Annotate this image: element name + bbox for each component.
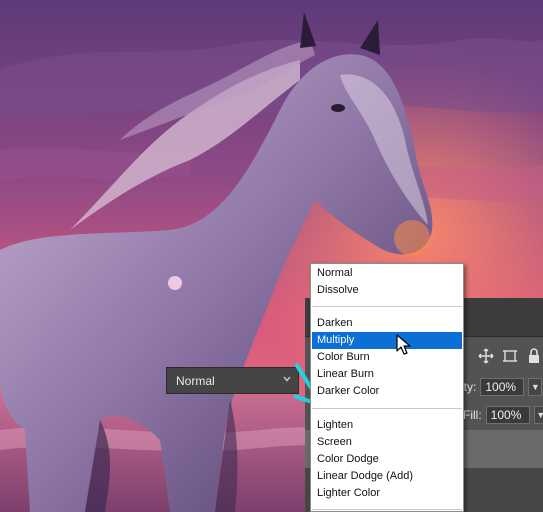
menu-item-color-dodge[interactable]: Color Dodge [312,451,462,468]
menu-item-darker-color[interactable]: Darker Color [312,383,462,400]
menu-divider [312,306,462,307]
menu-item-linear-burn[interactable]: Linear Burn [312,366,462,383]
menu-item-linear-dodge-add[interactable]: Linear Dodge (Add) [312,468,462,485]
mouse-pointer-icon [396,334,411,355]
menu-item-lighter-color[interactable]: Lighter Color [312,485,462,502]
menu-divider [312,509,462,510]
menu-divider [312,408,462,409]
menu-item-normal[interactable]: Normal [312,265,462,282]
menu-item-screen[interactable]: Screen [312,434,462,451]
blend-mode-menu: Normal Dissolve Darken Multiply Color Bu… [310,263,464,512]
menu-item-darken[interactable]: Darken [312,315,462,332]
menu-item-dissolve[interactable]: Dissolve [312,282,462,299]
menu-item-lighten[interactable]: Lighten [312,417,462,434]
menu-item-color-burn[interactable]: Color Burn [312,349,462,366]
menu-item-multiply[interactable]: Multiply [312,332,462,349]
